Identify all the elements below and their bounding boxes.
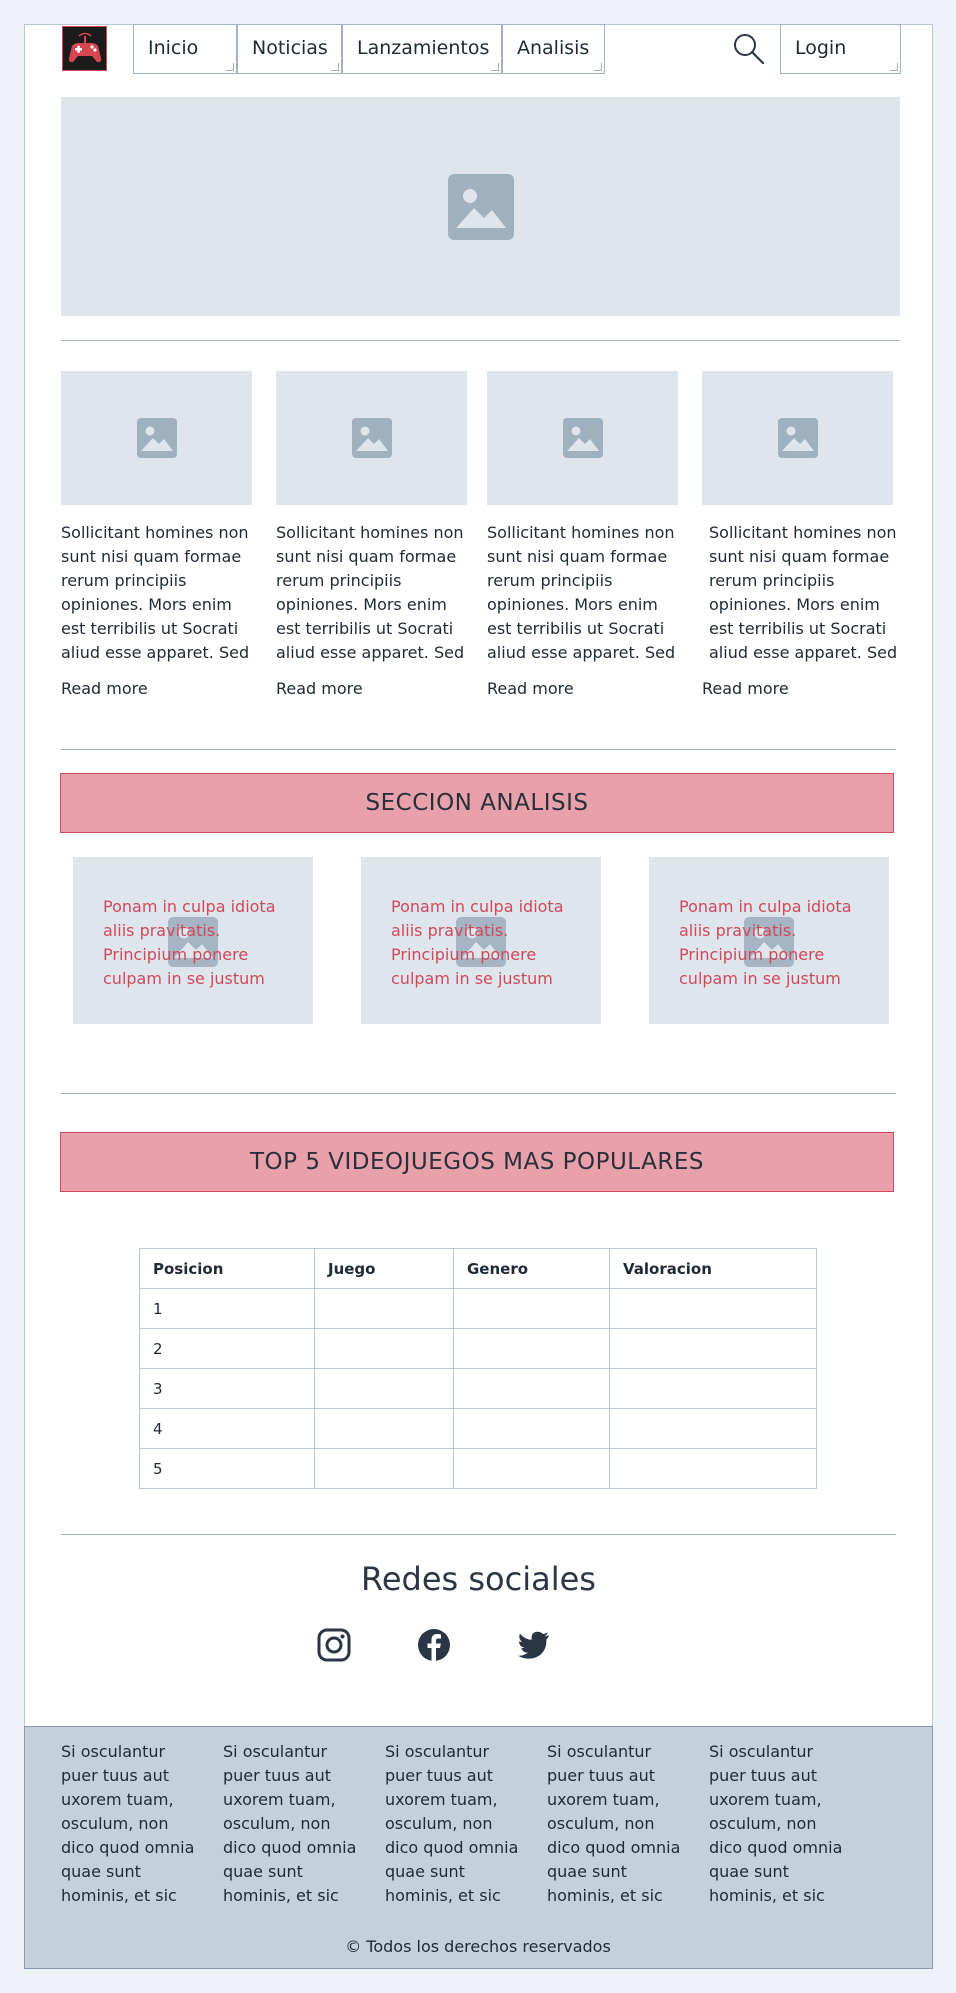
nav-item-label: Analisis: [517, 37, 590, 59]
table-cell: [453, 1408, 610, 1449]
nav-item-inicio[interactable]: Inicio: [133, 24, 237, 74]
table-cell: [453, 1448, 610, 1489]
top5-section-title: TOP 5 VIDEOJUEGOS MAS POPULARES: [60, 1132, 894, 1192]
table-cell: [453, 1288, 610, 1329]
image-placeholder-icon: [351, 418, 392, 458]
nav-item-noticias[interactable]: Noticias: [237, 24, 342, 74]
table-cell: 3: [139, 1368, 315, 1409]
news-card-text: Sollicitant homines non sunt nisi quam f…: [276, 523, 465, 662]
table-cell: [314, 1288, 454, 1329]
table-cell: [453, 1328, 610, 1369]
table-cell: [609, 1328, 817, 1369]
news-card-text: Sollicitant homines non sunt nisi quam f…: [709, 523, 898, 662]
read-more-link[interactable]: Read more: [276, 679, 363, 698]
read-more-link[interactable]: Read more: [61, 679, 148, 698]
divider: [61, 1534, 896, 1535]
table-cell: 4: [139, 1408, 315, 1449]
analysis-title-text: SECCION ANALISIS: [365, 790, 589, 816]
column-header: Posicion: [139, 1248, 315, 1289]
table-cell: [453, 1368, 610, 1409]
hero-image: [61, 97, 900, 316]
read-more-link[interactable]: Read more: [487, 679, 574, 698]
column-header: Juego: [314, 1248, 454, 1289]
news-card-text: Sollicitant homines non sunt nisi quam f…: [61, 523, 250, 662]
news-card-image: [487, 371, 678, 505]
footer-column: Si osculantur puer tuus aut uxorem tuam,…: [61, 1742, 195, 1905]
divider: [61, 1093, 896, 1094]
copyright-text: © Todos los derechos reservados: [345, 1937, 611, 1956]
twitter-icon[interactable]: [516, 1627, 552, 1663]
logo[interactable]: [62, 26, 107, 71]
analysis-card[interactable]: Ponam in culpa idiota aliis pravitatis. …: [73, 857, 313, 1024]
image-placeholder-icon: [447, 173, 514, 240]
login-label: Login: [795, 37, 847, 59]
table-row: 1: [139, 1288, 817, 1329]
news-card-image: [276, 371, 467, 505]
analysis-card[interactable]: Ponam in culpa idiota aliis pravitatis. …: [361, 857, 601, 1024]
table-cell: [609, 1448, 817, 1489]
footer-column: Si osculantur puer tuus aut uxorem tuam,…: [547, 1742, 681, 1905]
analysis-section-title: SECCION ANALISIS: [60, 773, 894, 833]
table-row: 5: [139, 1448, 817, 1489]
image-placeholder-icon: [777, 418, 818, 458]
footer-column: Si osculantur puer tuus aut uxorem tuam,…: [385, 1742, 519, 1905]
analysis-card[interactable]: Ponam in culpa idiota aliis pravitatis. …: [649, 857, 889, 1024]
footer-column: Si osculantur puer tuus aut uxorem tuam,…: [709, 1742, 843, 1905]
nav-item-analisis[interactable]: Analisis: [502, 24, 605, 74]
table-cell: [609, 1408, 817, 1449]
table-cell: [609, 1288, 817, 1329]
nav-item-label: Inicio: [148, 37, 199, 59]
image-placeholder-icon: [136, 418, 177, 458]
login-button[interactable]: Login: [780, 24, 901, 74]
nav-item-lanzamientos[interactable]: Lanzamientos: [342, 24, 502, 74]
table-cell: [314, 1368, 454, 1409]
table-cell: [314, 1408, 454, 1449]
table-row: 2: [139, 1328, 817, 1369]
table-cell: [314, 1328, 454, 1369]
gamepad-icon: [68, 32, 101, 62]
table-cell: [609, 1368, 817, 1409]
table-cell: 5: [139, 1448, 315, 1489]
nav-item-label: Lanzamientos: [357, 37, 490, 59]
image-placeholder-icon: [562, 418, 603, 458]
column-header: Genero: [453, 1248, 610, 1289]
instagram-icon[interactable]: [316, 1627, 352, 1663]
read-more-link[interactable]: Read more: [702, 679, 789, 698]
top5-table: Posicion Juego Genero Valoracion 1 2 3 4…: [139, 1248, 817, 1489]
table-header-row: Posicion Juego Genero Valoracion: [139, 1248, 817, 1289]
table-cell: 1: [139, 1288, 315, 1329]
facebook-icon[interactable]: [416, 1627, 452, 1663]
social-title: Redes sociales: [361, 1560, 596, 1598]
divider: [61, 749, 896, 750]
top5-title-text: TOP 5 VIDEOJUEGOS MAS POPULARES: [250, 1149, 704, 1175]
table-cell: 2: [139, 1328, 315, 1369]
divider: [61, 340, 900, 341]
search-icon[interactable]: [732, 32, 766, 66]
news-card-text: Sollicitant homines non sunt nisi quam f…: [487, 523, 676, 662]
news-card-image: [702, 371, 893, 505]
footer-column: Si osculantur puer tuus aut uxorem tuam,…: [223, 1742, 357, 1905]
analysis-card-text: Ponam in culpa idiota aliis pravitatis. …: [679, 897, 852, 988]
table-cell: [314, 1448, 454, 1489]
column-header: Valoracion: [609, 1248, 817, 1289]
news-card-image: [61, 371, 252, 505]
nav-item-label: Noticias: [252, 37, 328, 59]
analysis-card-text: Ponam in culpa idiota aliis pravitatis. …: [391, 897, 564, 988]
analysis-card-text: Ponam in culpa idiota aliis pravitatis. …: [103, 897, 276, 988]
table-row: 3: [139, 1368, 817, 1409]
table-row: 4: [139, 1408, 817, 1449]
